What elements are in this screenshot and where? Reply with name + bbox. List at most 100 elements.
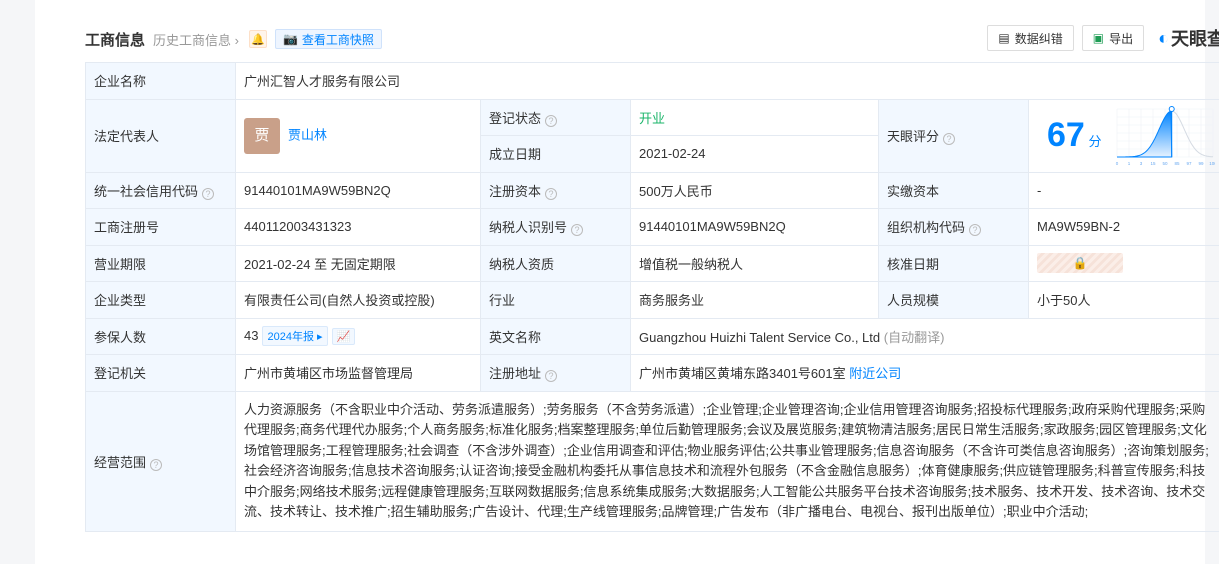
info-table: 企业名称 广州汇智人才服务有限公司 法定代表人 贾贾山林 登记状态? 开业 天眼评… — [85, 62, 1219, 532]
label: 登记状态? — [480, 98, 631, 136]
export-button[interactable]: ▣ 导出 — [1081, 25, 1145, 51]
insured-cell: 43 2024年报 ▸ 📈 — [235, 317, 481, 355]
table-row: 经营范围? 人力资源服务（不含职业中介活动、劳务派遣服务）;劳务服务（不含劳务派… — [85, 390, 1219, 532]
reg-status: 开业 — [630, 98, 879, 136]
help-icon[interactable]: ? — [571, 224, 584, 237]
label: 注册地址? — [480, 354, 631, 392]
correction-button[interactable]: ▤ 数据纠错 — [987, 25, 1074, 51]
correction-label: 数据纠错 — [1014, 31, 1063, 46]
term: 2021-02-24 至 无固定期限 — [235, 244, 481, 282]
help-icon[interactable]: ? — [150, 458, 163, 471]
excel-icon: ▣ — [1092, 31, 1105, 45]
label: 英文名称 — [480, 317, 631, 355]
label-text: 统一社会信用代码 — [94, 183, 199, 199]
snapshot-label: 查看工商快照 — [301, 32, 374, 47]
help-icon[interactable]: ? — [202, 187, 215, 200]
english-name-cell: Guangzhou Huizhi Talent Service Co., Ltd… — [629, 317, 1219, 355]
table-row: 营业期限 2021-02-24 至 无固定期限 纳税人资质 增值税一般纳税人 核… — [85, 244, 1219, 282]
help-icon[interactable]: ? — [545, 114, 558, 127]
label: 行业 — [480, 281, 631, 319]
history-link[interactable]: 历史工商信息 › — [153, 30, 239, 49]
label: 营业期限 — [85, 244, 236, 282]
label-text: 天眼评分 — [887, 129, 940, 144]
table-row: 参保人数 43 2024年报 ▸ 📈 英文名称 Guangzhou Huizhi T… — [85, 317, 1219, 355]
label-text: 注册资本 — [489, 183, 542, 199]
table-row: 法定代表人 贾贾山林 登记状态? 开业 天眼评分? 67 分 0 1 3 15 50 85… — [85, 98, 1219, 173]
label-text: 注册地址 — [489, 366, 542, 382]
help-icon[interactable]: ? — [943, 133, 956, 145]
label: 纳税人识别号? — [480, 208, 631, 246]
help-icon[interactable]: ? — [545, 370, 558, 383]
score-distribution-chart: 0 1 3 15 50 85 97 99 100 — [1116, 105, 1215, 166]
reg-no: 440112003431323 — [235, 208, 481, 246]
score-marker-dot — [1168, 105, 1175, 112]
label: 企业类型 — [85, 281, 236, 319]
label: 组织机构代码? — [878, 208, 1029, 246]
label: 实缴资本 — [878, 171, 1029, 209]
table-row: 企业类型 有限责任公司(自然人投资或控股) 行业 商务服务业 人员规模 小于50… — [85, 281, 1219, 319]
tax-id: 91440101MA9W59BN2Q — [630, 208, 879, 246]
taxpayer: 增值税一般纳税人 — [630, 244, 879, 282]
camera-icon: 📷 — [282, 32, 298, 46]
business-scope: 人力资源服务（不含职业中介活动、劳务派遣服务）;劳务服务（不含劳务派遣）;企业管… — [234, 390, 1219, 532]
label-text: 经营范围 — [94, 454, 147, 470]
paid-capital: - — [1027, 171, 1219, 209]
table-row: 登记机关 广州市黄埔区市场监督管理局 注册地址? 广州市黄埔区黄埔东路3401号… — [85, 354, 1219, 392]
address: 广州市黄埔区黄埔东路3401号601室 — [639, 366, 846, 382]
document-icon: ▤ — [998, 31, 1010, 45]
tick-label: 50 — [1163, 161, 1169, 166]
tick-label: 0 — [1116, 161, 1119, 166]
table-row: 企业名称 广州汇智人才服务有限公司 — [85, 62, 1219, 100]
english-name: Guangzhou Huizhi Talent Service Co., Ltd — [639, 329, 881, 345]
logo-icon: ◐ — [1158, 27, 1169, 48]
label: 企业名称 — [85, 62, 236, 100]
score-value: 67 — [1047, 116, 1085, 154]
staff-size: 小于50人 — [1027, 281, 1219, 319]
authority: 广州市黄埔区市场监督管理局 — [235, 354, 481, 392]
label: 成立日期 — [480, 135, 631, 173]
help-icon[interactable]: ? — [969, 224, 982, 237]
lock-icon[interactable]: 🔒 — [1037, 253, 1123, 274]
tick-label: 99 — [1199, 161, 1205, 166]
score-cell[interactable]: 67 分 0 1 3 15 50 85 97 99 100 — [1027, 98, 1219, 173]
help-icon[interactable]: ? — [545, 187, 558, 200]
tick-label: 97 — [1187, 161, 1193, 166]
tick-label: 100 — [1209, 161, 1215, 166]
snapshot-button[interactable]: 📷 查看工商快照 — [274, 29, 382, 49]
trend-chart-icon[interactable]: 📈 — [331, 328, 356, 346]
label: 人员规模 — [878, 281, 1029, 319]
label-text: 登记状态 — [489, 110, 542, 126]
export-label: 导出 — [1109, 31, 1134, 46]
est-date: 2021-02-24 — [630, 135, 879, 173]
reg-capital: 500万人民币 — [630, 171, 879, 209]
credit-code: 91440101MA9W59BN2Q — [235, 171, 481, 209]
label: 纳税人资质 — [480, 244, 631, 282]
industry: 商务服务业 — [630, 281, 879, 319]
avatar[interactable]: 贾 — [244, 117, 280, 154]
legal-rep-cell: 贾贾山林 — [235, 98, 481, 173]
tianyancha-logo: ◐ 天眼查 — [1158, 25, 1219, 51]
table-row: 工商注册号 440112003431323 纳税人识别号? 91440101MA… — [85, 208, 1219, 246]
label: 天眼评分? — [878, 98, 1029, 173]
section-title: 工商信息 — [85, 31, 146, 49]
label-text: 纳税人识别号 — [489, 220, 568, 236]
org-code: MA9W59BN-2 — [1027, 208, 1219, 246]
tick-label: 3 — [1140, 161, 1143, 166]
label: 统一社会信用代码? — [85, 171, 236, 209]
tick-label: 85 — [1175, 161, 1181, 166]
label: 登记机关 — [85, 354, 236, 392]
label: 核准日期 — [878, 244, 1029, 282]
address-cell: 广州市黄埔区黄埔东路3401号601室 附近公司 — [629, 354, 1219, 392]
tick-label: 15 — [1151, 161, 1157, 166]
annual-report-tag[interactable]: 2024年报 ▸ — [262, 326, 328, 347]
bell-icon[interactable]: 🔔 — [248, 30, 267, 48]
approve-date[interactable]: 🔒 — [1027, 244, 1219, 282]
label: 注册资本? — [480, 171, 631, 209]
tick-label: 1 — [1128, 161, 1131, 166]
label: 工商注册号 — [85, 208, 236, 246]
legal-rep-link[interactable]: 贾山林 — [288, 127, 327, 142]
nearby-companies-link[interactable]: 附近公司 — [849, 366, 901, 381]
company-type: 有限责任公司(自然人投资或控股) — [235, 281, 481, 319]
label-text: 组织机构代码 — [887, 220, 966, 236]
label: 法定代表人 — [85, 98, 236, 173]
